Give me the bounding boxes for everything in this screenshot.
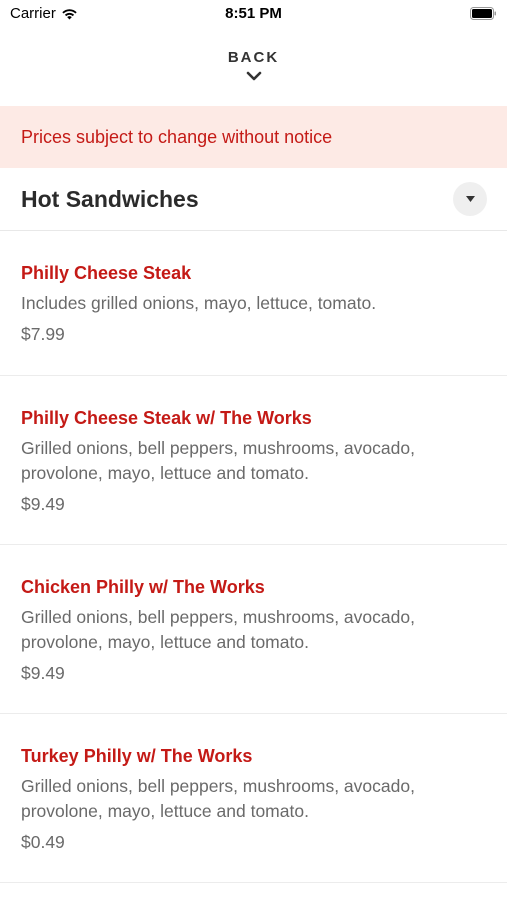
menu-item[interactable]: Turkey Philly w/ The Works Grilled onion… bbox=[0, 714, 507, 883]
item-name: Philly Cheese Steak bbox=[21, 263, 192, 283]
item-description: Grilled onions, bell peppers, mushrooms,… bbox=[21, 438, 415, 483]
price-notice-banner: Prices subject to change without notice bbox=[0, 106, 507, 168]
item-name: Chicken Philly w/ The Works bbox=[21, 577, 265, 597]
menu-item[interactable]: Philly Cheese Steak w/ The Works Grilled… bbox=[0, 376, 507, 545]
item-price: $9.49 bbox=[21, 663, 65, 683]
item-description: Includes grilled onions, mayo, lettuce, … bbox=[21, 293, 377, 313]
notice-text: Prices subject to change without notice bbox=[21, 126, 333, 147]
menu-item[interactable]: Philly Cheese Steak Includes grilled oni… bbox=[0, 231, 507, 376]
caret-down-icon bbox=[465, 196, 475, 202]
item-description: Grilled onions, bell peppers, mushrooms,… bbox=[21, 607, 415, 652]
item-name: Turkey Philly w/ The Works bbox=[21, 746, 253, 766]
item-name: Philly Cheese Steak w/ The Works bbox=[21, 408, 312, 428]
menu-list: Philly Cheese Steak Includes grilled oni… bbox=[0, 231, 507, 883]
section-title: Hot Sandwiches bbox=[21, 185, 199, 212]
item-price: $0.49 bbox=[21, 832, 65, 852]
battery-icon bbox=[470, 7, 496, 20]
status-time: 8:51 PM bbox=[225, 5, 282, 22]
menu-item[interactable]: Chicken Philly w/ The Works Grilled onio… bbox=[0, 545, 507, 714]
section-header[interactable]: Hot Sandwiches bbox=[0, 168, 507, 231]
back-label: BACK bbox=[227, 49, 280, 66]
item-price: $9.49 bbox=[21, 494, 65, 514]
section-dropdown-button[interactable] bbox=[453, 182, 487, 216]
item-description: Grilled onions, bell peppers, mushrooms,… bbox=[21, 776, 415, 821]
back-button[interactable]: BACK bbox=[0, 28, 507, 106]
chevron-down-icon bbox=[246, 71, 261, 81]
item-price: $7.99 bbox=[21, 324, 65, 344]
status-bar: Carrier 8:51 PM bbox=[0, 0, 507, 28]
